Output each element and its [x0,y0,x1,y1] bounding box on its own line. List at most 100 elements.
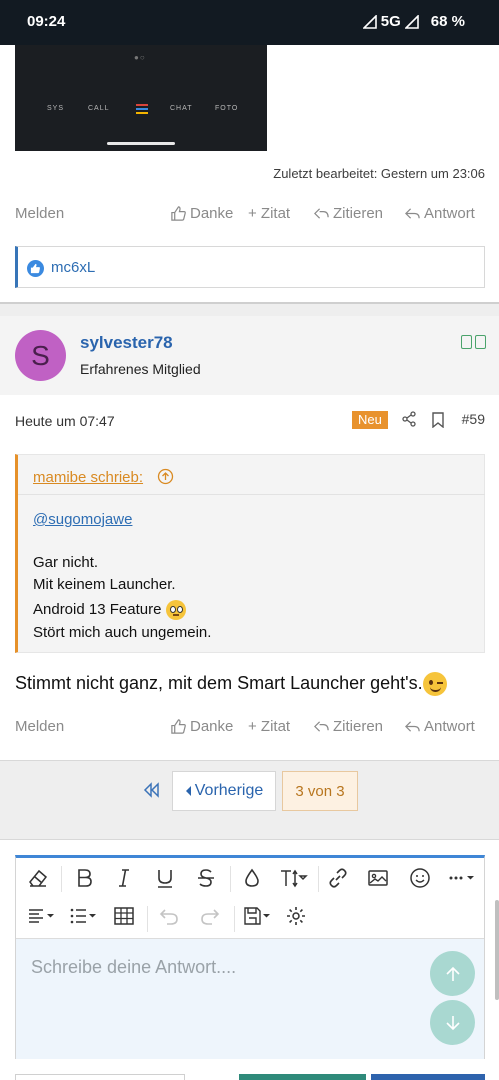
cite-label: Zitieren [333,205,384,222]
mention-link[interactable]: @sugomojawe [33,511,132,528]
add-quote-button[interactable]: + Zitat [248,718,290,735]
quote-line: Mit keinem Launcher. [33,576,176,593]
text-size-icon[interactable] [274,860,314,896]
network-type: 5G [380,13,401,30]
like-button[interactable]: Danke [170,205,233,222]
add-quote-button[interactable]: + Zitat [248,205,290,222]
signal-icon [362,14,377,29]
reply-label: Antwort [424,205,475,222]
image-icon[interactable] [360,860,396,896]
like-button[interactable]: Danke [170,718,233,735]
attachment-label: CHAT [170,105,193,112]
report-link[interactable]: Melden [15,205,64,222]
post-meta: Heute um 07:47 Neu #59 [15,411,485,433]
scroll-up-button[interactable] [430,951,475,996]
italic-icon[interactable] [106,860,142,896]
eraser-icon[interactable] [20,860,56,896]
cite-button[interactable]: Zitieren [313,718,383,735]
quote-line: Android 13 Feature [33,600,162,618]
quote-author-link[interactable]: mamibe schrieb: [33,469,143,486]
post-actions: Melden Danke + Zitat Zitieren Antwort [15,716,485,740]
reaction-user-link[interactable]: mc6xL [51,259,95,276]
pagination: Vorherige 3 von 3 [0,760,499,840]
align-icon[interactable] [22,898,62,934]
scrollbar[interactable] [495,900,499,1000]
bookmark-icon[interactable] [431,412,445,428]
status-time: 09:24 [27,13,66,30]
previous-page-label: Vorherige [194,782,264,799]
underline-icon[interactable] [147,860,183,896]
list-icon[interactable] [64,898,104,934]
attachment-label: CALL [88,105,110,112]
signal-icon [404,14,419,29]
undo-icon[interactable] [151,898,187,934]
status-bar: 09:24 5G 68 % [0,0,499,45]
quote-line-with-emoji: Android 13 Feature [33,600,186,620]
redo-icon[interactable] [192,898,228,934]
reply-placeholder: Schreibe deine Antwort.... [31,957,237,977]
color-icon[interactable] [234,860,270,896]
table-icon[interactable] [106,898,142,934]
scroll-down-button[interactable] [430,1000,475,1045]
editor-toolbar-row-2 [16,898,484,938]
quote-line: Gar nicht. [33,554,99,571]
author-name[interactable]: sylvester78 [80,333,173,353]
cite-button[interactable]: Zitieren [313,205,383,222]
bold-icon[interactable] [66,860,102,896]
home-indicator [107,142,175,145]
partial-button[interactable] [15,1074,185,1080]
editor-toolbar-row-1 [16,858,484,898]
post-attachment-image[interactable]: ●○ SYS CALL CHAT FOTO [15,45,267,151]
first-page-icon[interactable] [141,781,163,799]
device-icon [461,335,486,349]
like-reaction-icon [27,260,44,277]
quote-divider [18,494,485,495]
smiley-icon[interactable] [402,860,438,896]
post-actions: Melden Danke + Zitat Zitieren Antwort [15,203,485,227]
previous-page-button[interactable]: Vorherige [172,771,276,811]
post-body-text: Stimmt nicht ganz, mit dem Smart Launche… [15,672,423,693]
reply-input[interactable]: Schreibe deine Antwort.... [16,938,484,1059]
menu-icon [136,104,148,114]
quote-block: mamibe schrieb: @sugomojawe Gar nicht. M… [15,454,485,653]
save-draft-icon[interactable] [238,898,278,934]
post-author-bar: S sylvester78 Erfahrenes Mitglied [0,316,499,395]
post-body: Stimmt nicht ganz, mit dem Smart Launche… [15,672,447,696]
more-icon[interactable] [444,860,480,896]
arrow-up-circle-icon[interactable] [157,468,174,485]
reply-label: Antwort [424,718,475,735]
current-page-indicator[interactable]: 3 von 3 [282,771,358,811]
partial-button[interactable] [239,1074,366,1080]
post-number[interactable]: #59 [462,411,485,427]
reply-editor: Schreibe deine Antwort.... [15,855,485,1059]
last-edited-note: Zuletzt bearbeitet: Gestern um 23:06 [273,166,485,181]
reply-icon [405,208,420,219]
like-label: Danke [190,205,234,222]
attachment-label: FOTO [215,105,239,112]
report-link[interactable]: Melden [15,718,64,735]
cite-label: Zitieren [333,718,384,735]
arrow-up-icon [445,966,460,981]
thumbs-up-icon [171,719,186,734]
avatar[interactable]: S [15,330,66,381]
caret-left-icon [185,786,191,796]
reply-button[interactable]: Antwort [404,718,475,735]
reactions-bar: mc6xL [15,246,485,288]
indicator-dots: ●○ [134,53,146,62]
author-title: Erfahrenes Mitglied [80,361,201,377]
link-icon[interactable] [320,860,356,896]
share-icon[interactable] [401,411,417,427]
partial-button[interactable] [371,1074,485,1080]
rolling-eyes-emoji-icon [165,600,186,620]
winking-emoji-icon [422,672,447,696]
battery-level: 68 % [430,13,465,30]
arrow-down-icon [445,1015,460,1030]
settings-icon[interactable] [278,898,314,934]
reply-button[interactable]: Antwort [404,205,475,222]
reply-all-icon [314,721,329,732]
status-indicators: 5G 68 % [362,13,465,30]
post-date[interactable]: Heute um 07:47 [15,413,115,429]
new-badge: Neu [352,411,388,429]
strikethrough-icon[interactable] [188,860,224,896]
like-label: Danke [190,718,234,735]
